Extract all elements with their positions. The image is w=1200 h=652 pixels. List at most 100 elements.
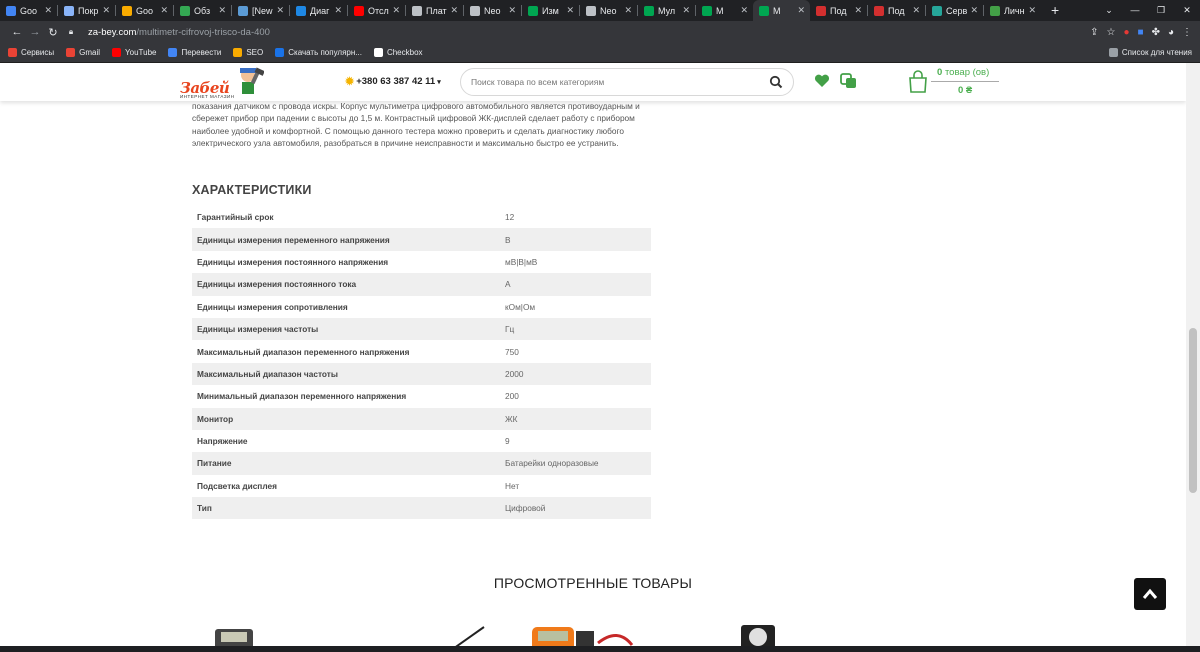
bookmark-item[interactable]: Сервисы bbox=[8, 48, 54, 57]
search-icon[interactable] bbox=[769, 75, 783, 89]
tab-close-icon[interactable]: ✕ bbox=[797, 5, 805, 16]
product-thumb-2[interactable] bbox=[440, 625, 490, 646]
tab-close-icon[interactable]: ✕ bbox=[566, 5, 574, 16]
browser-tab[interactable]: Отсл ✕ bbox=[348, 0, 405, 21]
browser-tab[interactable]: Серв ✕ bbox=[926, 0, 983, 21]
spec-value: кОм|Ом bbox=[505, 301, 536, 312]
tab-close-icon[interactable]: ✕ bbox=[624, 5, 632, 16]
browser-tab[interactable]: Neo ✕ bbox=[464, 0, 521, 21]
extension-red-icon[interactable]: ● bbox=[1123, 27, 1129, 38]
tab-close-icon[interactable]: ✕ bbox=[102, 5, 110, 16]
spec-row: Напряжение 9 bbox=[192, 430, 651, 452]
tab-close-icon[interactable]: ✕ bbox=[392, 5, 400, 16]
bookmark-item[interactable]: Скачать популярн... bbox=[275, 48, 362, 57]
url-field[interactable]: za-bey.com/multimetr-cifrovoj-trisco-da-… bbox=[88, 27, 270, 38]
phone-number[interactable]: ✹ +380 63 387 42 11 ▾ bbox=[345, 75, 441, 88]
tab-close-icon[interactable]: ✕ bbox=[682, 5, 690, 16]
bookmark-item[interactable]: SEO bbox=[233, 48, 263, 57]
bookmark-favicon-icon bbox=[275, 48, 285, 57]
close-window-button[interactable]: ✕ bbox=[1174, 0, 1200, 21]
tab-close-icon[interactable]: ✕ bbox=[912, 5, 920, 16]
tab-search-icon[interactable]: ⌄ bbox=[1096, 0, 1122, 21]
tab-close-icon[interactable]: ✕ bbox=[740, 5, 748, 16]
tab-label: Goo bbox=[136, 5, 154, 16]
minimize-button[interactable]: — bbox=[1122, 0, 1148, 21]
bookmark-item[interactable]: YouTube bbox=[112, 48, 156, 57]
spec-name: Гарантийный срок bbox=[197, 212, 274, 223]
extensions-puzzle-icon[interactable]: ✤ bbox=[1152, 27, 1160, 38]
tab-label: Диаг bbox=[310, 5, 330, 16]
restore-button[interactable]: ❐ bbox=[1148, 0, 1174, 21]
spec-name: Тип bbox=[192, 497, 500, 520]
bookmark-label: YouTube bbox=[125, 48, 157, 57]
browser-tab[interactable]: Neo ✕ bbox=[580, 0, 637, 21]
spec-row: Монитор ЖК bbox=[192, 407, 651, 430]
browser-tab[interactable]: Диаг ✕ bbox=[290, 0, 347, 21]
tab-close-icon[interactable]: ✕ bbox=[160, 5, 168, 16]
tab-label: M bbox=[716, 5, 724, 16]
search-input[interactable] bbox=[471, 77, 761, 87]
site-logo[interactable]: Забей ИНТЕРНЕТ МАГАЗИН bbox=[180, 66, 268, 99]
product-thumb-3[interactable] bbox=[528, 623, 638, 646]
browser-tab[interactable]: Обз ✕ bbox=[174, 0, 231, 21]
cart-bag-icon[interactable] bbox=[907, 70, 929, 94]
cart-count[interactable]: 0 товар (ов) bbox=[937, 67, 989, 78]
tab-label: Под bbox=[888, 5, 905, 16]
tab-close-icon[interactable]: ✕ bbox=[276, 5, 284, 16]
compare-icon[interactable] bbox=[840, 73, 857, 89]
tab-favicon-icon bbox=[64, 5, 74, 16]
forward-arrow-icon[interactable]: → bbox=[26, 26, 44, 38]
bookmark-item[interactable]: Перевести bbox=[168, 48, 221, 57]
browser-tab[interactable]: Под ✕ bbox=[868, 0, 925, 21]
scroll-to-top-button[interactable] bbox=[1134, 578, 1166, 610]
browser-tab[interactable]: Плат ✕ bbox=[406, 0, 463, 21]
tab-favicon-icon bbox=[990, 5, 1000, 16]
share-icon[interactable]: ⇪ bbox=[1090, 27, 1098, 38]
lock-icon: 🔒︎ bbox=[68, 27, 74, 36]
spec-row: Максимальный диапазон частоты 2000 bbox=[192, 362, 651, 386]
address-bar-row: ← → ↻ 🔒︎ za-bey.com/multimetr-cifrovoj-t… bbox=[0, 21, 1200, 43]
spec-value: мВ|В|мВ bbox=[505, 256, 538, 267]
extension-blue-icon[interactable]: ■ bbox=[1138, 27, 1144, 38]
back-arrow-icon[interactable]: ← bbox=[8, 26, 26, 38]
tab-close-icon[interactable]: ✕ bbox=[854, 5, 862, 16]
menu-dots-icon[interactable]: ⋮ bbox=[1182, 27, 1192, 38]
spec-row: Тип Цифровой bbox=[192, 497, 651, 520]
tab-close-icon[interactable]: ✕ bbox=[1028, 5, 1036, 16]
page-scrollbar[interactable] bbox=[1186, 63, 1200, 646]
bookmark-label: SEO bbox=[246, 48, 264, 57]
product-thumb-4[interactable] bbox=[735, 621, 785, 646]
reload-icon[interactable]: ↻ bbox=[44, 26, 62, 39]
browser-tab[interactable]: Goo ✕ bbox=[0, 0, 57, 21]
browser-tab[interactable]: Изм ✕ bbox=[522, 0, 579, 21]
wishlist-heart-icon[interactable] bbox=[814, 74, 830, 88]
browser-tab[interactable]: M ✕ bbox=[753, 0, 810, 21]
spec-row: Минимальный диапазон переменного напряже… bbox=[192, 385, 651, 407]
spec-name: Монитор bbox=[192, 407, 500, 430]
browser-tab[interactable]: Под ✕ bbox=[810, 0, 867, 21]
new-tab-button[interactable]: + bbox=[1051, 0, 1059, 21]
product-thumb-1[interactable] bbox=[205, 623, 265, 646]
bookmark-item[interactable]: Checkbox bbox=[373, 48, 423, 57]
tab-favicon-icon bbox=[759, 5, 769, 16]
tab-favicon-icon bbox=[528, 5, 538, 16]
search-box bbox=[460, 68, 794, 96]
browser-tab[interactable]: [New ✕ bbox=[232, 0, 289, 21]
reading-list-button[interactable]: Список для чтения bbox=[1108, 48, 1192, 57]
browser-tab[interactable]: Goo ✕ bbox=[116, 0, 173, 21]
browser-tab[interactable]: Личн ✕ bbox=[984, 0, 1041, 21]
tab-close-icon[interactable]: ✕ bbox=[44, 5, 52, 16]
browser-tab[interactable]: Покр ✕ bbox=[58, 0, 115, 21]
browser-tab[interactable]: Мул ✕ bbox=[638, 0, 695, 21]
tab-close-icon[interactable]: ✕ bbox=[334, 5, 342, 16]
scrollbar-thumb[interactable] bbox=[1189, 328, 1197, 493]
profile-avatar[interactable]: ◕ bbox=[1168, 27, 1174, 38]
bookmark-item[interactable]: Gmail bbox=[66, 48, 100, 57]
tab-close-icon[interactable]: ✕ bbox=[508, 5, 516, 16]
tab-close-icon[interactable]: ✕ bbox=[970, 5, 978, 16]
tab-favicon-icon bbox=[644, 5, 654, 16]
tab-close-icon[interactable]: ✕ bbox=[450, 5, 458, 16]
bookmark-star-icon[interactable]: ☆ bbox=[1107, 27, 1116, 38]
browser-tab[interactable]: M ✕ bbox=[696, 0, 753, 21]
tab-close-icon[interactable]: ✕ bbox=[218, 5, 226, 16]
